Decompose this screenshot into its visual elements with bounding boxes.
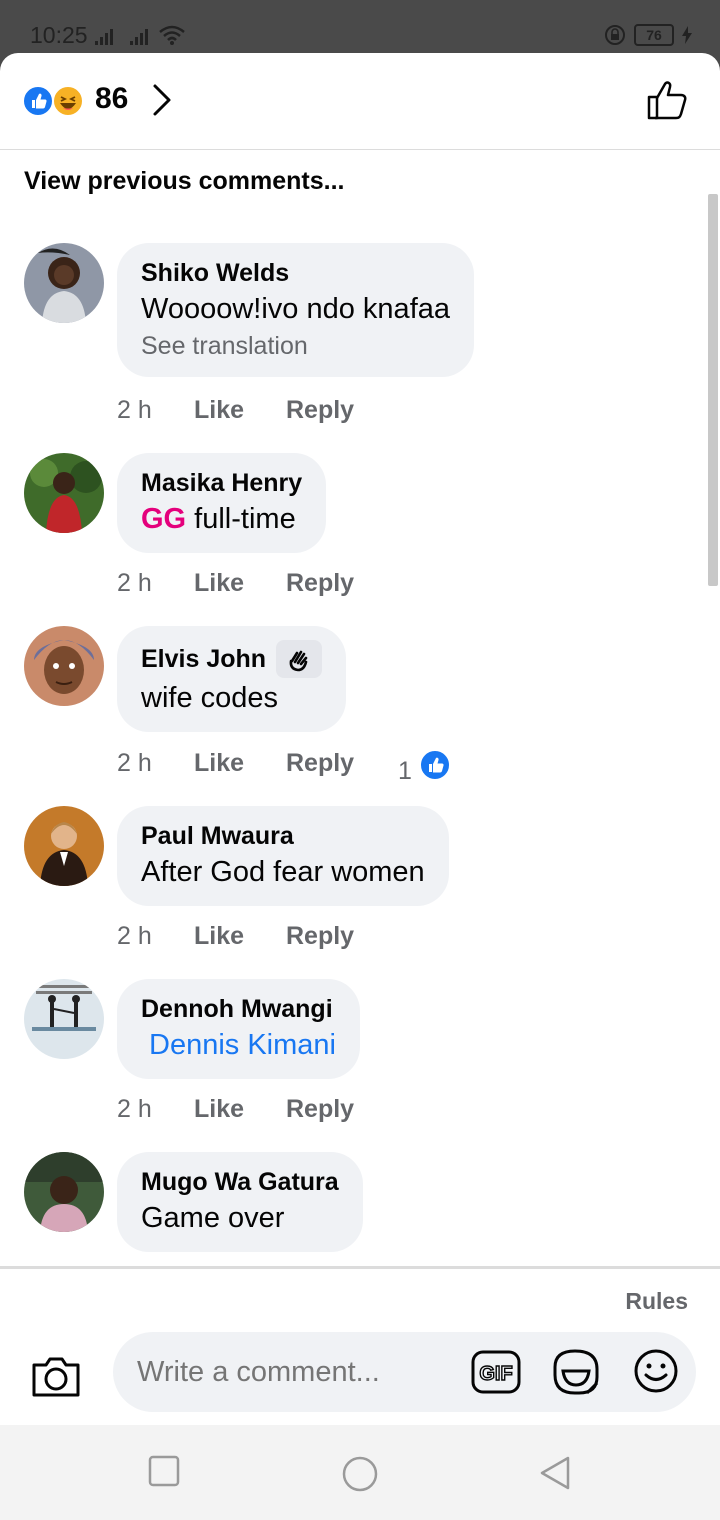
comment-tag[interactable]: GG bbox=[141, 503, 186, 535]
comment-mention[interactable]: Dennis Kimani bbox=[149, 1029, 336, 1061]
signal-icon bbox=[95, 25, 113, 45]
composer-divider bbox=[0, 1266, 720, 1269]
comment-like-button[interactable]: Like bbox=[194, 749, 286, 786]
like-icon[interactable] bbox=[22, 85, 54, 117]
avatar[interactable] bbox=[24, 806, 104, 886]
see-translation-link[interactable]: See translation bbox=[141, 329, 450, 363]
view-previous-comments-link[interactable]: View previous comments... bbox=[24, 167, 344, 196]
comment-bubble[interactable]: Elvis John wife codes bbox=[117, 626, 347, 732]
avatar[interactable] bbox=[24, 453, 104, 533]
gif-icon[interactable]: GIF bbox=[471, 1350, 521, 1394]
comment-bubble[interactable]: Masika Henry GG full-time bbox=[117, 453, 327, 553]
comment-text: After God fear women bbox=[141, 856, 425, 888]
sticker-icon[interactable] bbox=[551, 1347, 601, 1397]
avatar[interactable] bbox=[24, 979, 104, 1059]
comment-author[interactable]: Shiko Welds bbox=[141, 257, 450, 289]
comment-actions: 2 h Like Reply bbox=[117, 569, 398, 598]
svg-text:GIF: GIF bbox=[479, 1363, 512, 1385]
scrollbar[interactable] bbox=[708, 194, 718, 586]
comment-bubble[interactable]: Mugo Wa Gatura Game over bbox=[117, 1152, 363, 1252]
haha-icon[interactable] bbox=[52, 85, 84, 117]
signal-icon bbox=[130, 25, 148, 45]
comment-bubble[interactable]: Shiko Welds Woooow!ivo ndo knafaa See tr… bbox=[117, 243, 475, 377]
comment-text: Game over bbox=[141, 1202, 285, 1234]
comment-actions: 2 h Like Reply bbox=[117, 1095, 398, 1124]
comment-actions: 2 h Like Reply bbox=[117, 396, 398, 425]
comment-input[interactable] bbox=[137, 1332, 467, 1412]
lock-icon bbox=[605, 25, 625, 45]
home-icon[interactable] bbox=[341, 1455, 379, 1493]
camera-icon[interactable] bbox=[30, 1353, 82, 1399]
reaction-count[interactable]: 86 bbox=[95, 82, 128, 116]
comment-bubble[interactable]: Paul Mwaura After God fear women bbox=[117, 806, 449, 906]
comment-author[interactable]: Masika Henry bbox=[141, 467, 302, 499]
sheet-header: 86 bbox=[0, 53, 720, 150]
comment-like-button[interactable]: Like bbox=[194, 569, 286, 598]
system-nav-bar bbox=[0, 1425, 720, 1520]
chevron-right-icon[interactable] bbox=[150, 83, 174, 117]
like-count-number: 1 bbox=[398, 757, 412, 785]
comment-author[interactable]: Elvis John bbox=[141, 643, 266, 675]
back-icon[interactable] bbox=[538, 1455, 572, 1491]
comment-text-body: full-time bbox=[186, 503, 296, 535]
wave-hand-icon bbox=[276, 640, 323, 678]
comment-time: 2 h bbox=[117, 569, 152, 597]
comment-reply-button[interactable]: Reply bbox=[286, 922, 398, 951]
comment-like-button[interactable]: Like bbox=[194, 396, 286, 425]
comment-like-button[interactable]: Like bbox=[194, 1095, 286, 1124]
wifi-icon bbox=[159, 25, 185, 45]
like-button-icon[interactable] bbox=[646, 79, 690, 121]
comment-reply-button[interactable]: Reply bbox=[286, 396, 398, 425]
comment-time: 2 h bbox=[117, 396, 152, 424]
comment-author[interactable]: Dennoh Mwangi bbox=[141, 993, 336, 1025]
comment-reply-button[interactable]: Reply bbox=[286, 749, 398, 786]
comment-like-count[interactable]: 1 bbox=[398, 749, 451, 786]
recent-apps-icon[interactable] bbox=[148, 1455, 180, 1487]
avatar[interactable] bbox=[24, 1152, 104, 1232]
comment-composer: GIF bbox=[113, 1332, 696, 1412]
comment-time: 2 h bbox=[117, 922, 152, 950]
comment-bubble[interactable]: Dennoh Mwangi Dennis Kimani bbox=[117, 979, 360, 1079]
emoji-icon[interactable] bbox=[633, 1348, 679, 1394]
comments-sheet: 86 View previous comments... Shiko Welds… bbox=[0, 53, 720, 1425]
comment-actions: 2 h Like Reply bbox=[117, 922, 398, 951]
comment-text: Woooow!ivo ndo knafaa bbox=[141, 293, 451, 325]
comment-author[interactable]: Paul Mwaura bbox=[141, 820, 425, 852]
comment-reply-button[interactable]: Reply bbox=[286, 1095, 398, 1124]
battery-indicator: 76 bbox=[634, 24, 674, 46]
comment-actions: 2 h Like Reply 1 bbox=[117, 749, 451, 786]
comment-text: wife codes bbox=[141, 682, 279, 714]
comment-author[interactable]: Mugo Wa Gatura bbox=[141, 1166, 339, 1198]
status-time: 10:25 bbox=[30, 22, 88, 48]
comment-like-button[interactable]: Like bbox=[194, 922, 286, 951]
rules-link[interactable]: Rules bbox=[625, 1288, 688, 1315]
like-icon bbox=[418, 749, 451, 781]
comment-time: 2 h bbox=[117, 749, 152, 777]
avatar[interactable] bbox=[24, 243, 104, 323]
avatar[interactable] bbox=[24, 626, 104, 706]
charging-icon bbox=[682, 26, 692, 44]
comment-reply-button[interactable]: Reply bbox=[286, 569, 398, 598]
comment-time: 2 h bbox=[117, 1095, 152, 1123]
comment-text: GG full-time bbox=[141, 499, 302, 539]
